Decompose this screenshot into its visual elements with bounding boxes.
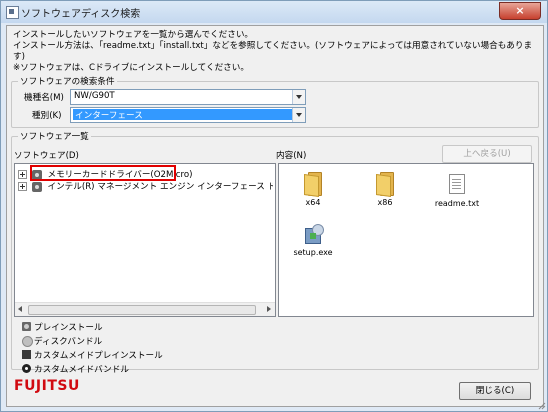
folder-icon xyxy=(376,172,394,198)
preinstall-icon xyxy=(31,181,42,192)
file-item-readme[interactable]: readme.txt xyxy=(427,172,487,208)
folder-icon xyxy=(304,172,322,198)
category-select[interactable]: インターフェース xyxy=(70,107,306,123)
setup-icon xyxy=(303,224,324,244)
custom-bundle-icon xyxy=(22,364,31,373)
close-button[interactable]: 閉じる(C) xyxy=(459,382,531,400)
software-list-group: ソフトウェア一覧 ソフトウェア(D) 内容(N) 上へ戻る(U) メモリーカード… xyxy=(11,130,539,375)
dialog-body: インストールしたいソフトウェアを一覧から選んでください。 インストール方法は、「… xyxy=(6,25,544,407)
legend-label: プレインストール xyxy=(34,323,103,333)
model-select[interactable]: NW/G90T xyxy=(70,89,306,105)
category-label: 種別(K) xyxy=(32,111,62,121)
legend-label: カスタムメイドプレインストール xyxy=(34,351,163,361)
contents-panel[interactable]: x64 x86 readme.txt setup.exe xyxy=(278,163,534,317)
scrollbar-thumb[interactable] xyxy=(28,305,256,315)
app-icon xyxy=(6,6,19,19)
expand-icon[interactable] xyxy=(18,170,27,179)
search-criteria-group: ソフトウェアの検索条件 機種名(M) NW/G90T 種別(K) インターフェー… xyxy=(11,75,539,128)
file-item-x64[interactable]: x64 xyxy=(283,172,343,207)
file-name: setup.exe xyxy=(293,248,333,257)
legend-custom-bundle: カスタムメイドバンドル xyxy=(22,363,129,376)
intro-line: ※ソフトウェアは、Cドライブにインストールしてください。 xyxy=(13,63,249,73)
intro-text: インストールしたいソフトウェアを一覧から選んでください。 インストール方法は、「… xyxy=(13,30,538,74)
software-label: ソフトウェア(D) xyxy=(14,151,79,161)
horizontal-scrollbar[interactable] xyxy=(15,302,275,316)
text-file-icon xyxy=(449,174,465,194)
category-value: インターフェース xyxy=(73,109,295,121)
file-item-setup[interactable]: setup.exe xyxy=(283,224,343,257)
legend-label: カスタムメイドバンドル xyxy=(34,365,129,375)
file-item-x86[interactable]: x86 xyxy=(355,172,415,207)
legend-label: ディスクバンドル xyxy=(34,337,103,347)
selection-highlight-box xyxy=(30,165,176,181)
chevron-down-icon[interactable] xyxy=(292,90,305,104)
disc-bundle-icon xyxy=(22,336,33,347)
preinstall-icon xyxy=(22,322,31,331)
legend-custom-preinstall: カスタムメイドプレインストール xyxy=(22,349,163,362)
scroll-right-icon[interactable] xyxy=(263,304,274,315)
intro-line: インストール方法は、「readme.txt」「install.txt」などを参照… xyxy=(13,41,533,62)
file-name: x86 xyxy=(377,198,393,207)
file-name: readme.txt xyxy=(434,199,480,208)
window-close-button[interactable]: × xyxy=(499,2,541,20)
up-button[interactable]: 上へ戻る(U) xyxy=(442,145,532,163)
expand-icon[interactable] xyxy=(18,182,27,191)
search-criteria-legend: ソフトウェアの検索条件 xyxy=(18,75,117,87)
fujitsu-logo: FUJITSU xyxy=(14,378,80,394)
model-label: 機種名(M) xyxy=(24,93,64,103)
contents-label: 内容(N) xyxy=(276,151,307,161)
resize-grip-icon[interactable] xyxy=(536,400,546,410)
tree-item-management-engine[interactable]: インテル(R) マネージメント エンジン インターフェース ドライバー(インテル… xyxy=(18,180,273,192)
scroll-left-icon[interactable] xyxy=(15,304,26,315)
file-name: x64 xyxy=(305,198,321,207)
window-title: ソフトウェアディスク検索 xyxy=(21,9,141,20)
dialog-window: ソフトウェアディスク検索 × インストールしたいソフトウェアを一覧から選んでくだ… xyxy=(0,0,548,412)
custom-preinstall-icon xyxy=(22,350,31,359)
model-value: NW/G90T xyxy=(74,91,115,101)
software-tree[interactable]: メモリーカードドライバー(O2Micro) インテル(R) マネージメント エン… xyxy=(14,163,276,317)
chevron-down-icon[interactable] xyxy=(292,108,305,122)
intro-line: インストールしたいソフトウェアを一覧から選んでください。 xyxy=(13,30,254,40)
title-bar[interactable]: ソフトウェアディスク検索 × xyxy=(1,1,547,23)
tree-item-label: インテル(R) マネージメント エンジン インターフェース ドライバー(インテル… xyxy=(47,182,273,192)
legend-disc-bundle: ディスクバンドル xyxy=(22,335,103,348)
legend-preinstall: プレインストール xyxy=(22,321,103,334)
software-list-legend: ソフトウェア一覧 xyxy=(18,130,91,142)
